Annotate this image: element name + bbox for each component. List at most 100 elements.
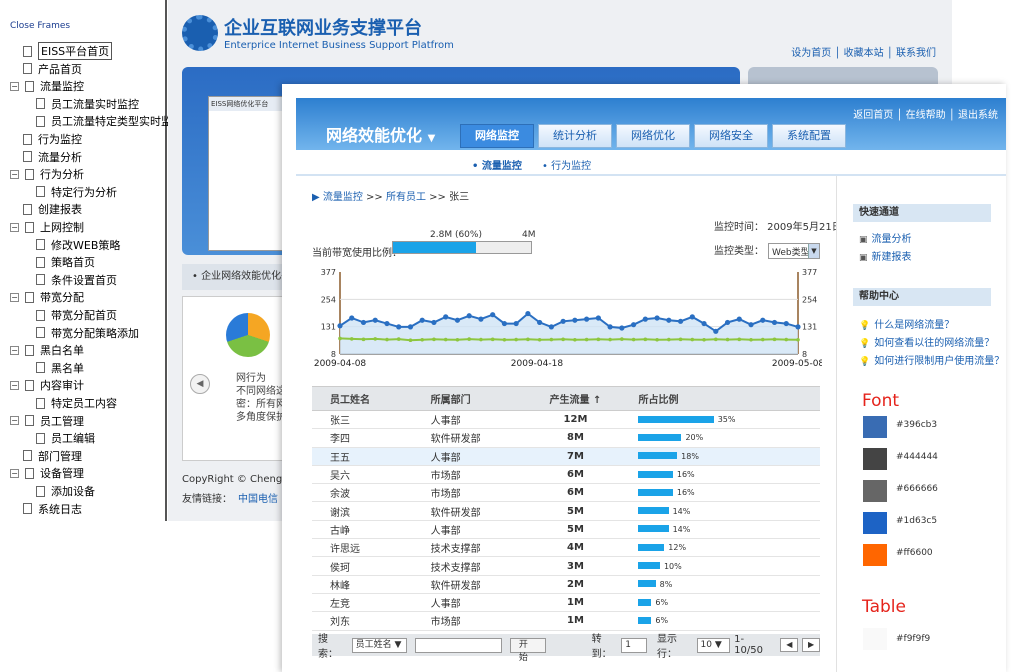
table-row[interactable]: 余波 市场部 6M 16% [312, 483, 820, 503]
monitor-type-select[interactable]: Web类型 ▼ [768, 243, 820, 259]
collapse-icon[interactable]: − [10, 169, 19, 179]
tree-item[interactable]: 行为监控 [23, 131, 82, 147]
y-tick-right: 377 [802, 268, 817, 277]
col-traffic[interactable]: 产生流量 ↑ [530, 386, 621, 411]
table-row[interactable]: 古峥 人事部 5M 14% [312, 520, 820, 540]
help-item-3[interactable]: 💡 如何进行限制用户使用流量？ [859, 352, 1004, 367]
next-page-button[interactable]: ▶ [802, 638, 820, 652]
subnav-behavior[interactable]: • 行为监控 [542, 157, 591, 172]
help-item-2[interactable]: 💡 如何查看以往的网络流量？ [859, 334, 994, 349]
table-row[interactable]: 刘东 市场部 1M 6% [312, 611, 820, 631]
top-links[interactable]: 设为首页 │ 收藏本站 │ 联系我们 [791, 44, 936, 59]
tree-item[interactable]: − 带宽分配 [10, 289, 84, 305]
tree-item[interactable]: − 行为分析 [10, 166, 84, 182]
tree-item[interactable]: 带宽分配策略添加 [36, 325, 139, 341]
collapse-icon[interactable]: − [10, 345, 19, 355]
table-row[interactable]: 王五 人事部 7M 18% [312, 447, 820, 466]
header-links[interactable]: 返回首页 │ 在线帮助 │ 退出系统 [853, 106, 998, 121]
tab-security[interactable]: 网络安全 [694, 124, 768, 148]
tree-item[interactable]: 产品首页 [23, 61, 82, 77]
tree-item[interactable]: 添加设备 [36, 483, 95, 499]
tree-item[interactable]: 修改WEB策略 [36, 237, 120, 253]
tab-statistics[interactable]: 统计分析 [538, 124, 612, 148]
tree-item[interactable]: 特定行为分析 [36, 184, 117, 200]
collapse-icon[interactable]: − [10, 81, 19, 91]
cell-ratio: 8% [620, 575, 820, 594]
collapse-icon[interactable]: − [10, 380, 19, 390]
tab-optimization[interactable]: 网络优化 [616, 124, 690, 148]
collapse-icon[interactable]: − [10, 416, 19, 426]
y-tick-right: 131 [802, 323, 817, 332]
table-row[interactable]: 许思远 技术支撑部 4M 12% [312, 538, 820, 558]
close-frames-link[interactable]: Close Frames [10, 21, 70, 31]
crumb-all[interactable]: 所有员工 [386, 192, 426, 203]
search-button[interactable]: 开始 [509, 637, 546, 663]
prev-arrow-icon[interactable]: ◀ [190, 374, 210, 394]
tab-network-monitor[interactable]: 网络监控 [460, 124, 534, 148]
col-ratio[interactable]: 所占比例 [620, 386, 820, 411]
gear-logo-icon [182, 14, 218, 51]
tree-item[interactable]: − 员工管理 [10, 413, 84, 429]
data-point [561, 337, 565, 342]
tree-item[interactable]: − 流量监控 [10, 78, 84, 94]
tree-item[interactable]: 特定员工内容 [36, 395, 117, 411]
chevron-down-icon[interactable]: ▼ [808, 244, 819, 258]
tree-item[interactable]: 流量分析 [23, 149, 82, 165]
table-row[interactable]: 林峰 软件研发部 2M 8% [312, 575, 820, 594]
tree-item[interactable]: − 设备管理 [10, 465, 84, 481]
tree-item[interactable]: 条件设置首页 [36, 272, 117, 288]
help-item-1[interactable]: 💡 什么是网络流量？ [859, 316, 954, 331]
collapse-icon[interactable]: − [10, 292, 19, 302]
crumb-traffic[interactable]: ▶ 流量监控 [312, 192, 363, 203]
quick-new-report[interactable]: ▣ 新建报表 [859, 248, 912, 263]
tree-item[interactable]: 系统日志 [23, 501, 82, 517]
collapse-icon[interactable]: − [10, 468, 19, 478]
tree-item[interactable]: − 上网控制 [10, 219, 84, 235]
tree-item[interactable]: 黑名单 [36, 360, 84, 376]
collapse-icon[interactable]: − [10, 222, 19, 232]
tab-config[interactable]: 系统配置 [772, 124, 846, 148]
data-point [337, 323, 343, 329]
tree-item[interactable]: 策略首页 [36, 254, 95, 270]
lightbulb-icon: 💡 [859, 357, 871, 367]
tree-item[interactable]: EISS平台首页 [23, 42, 113, 60]
table-row[interactable]: 吴六 市场部 6M 16% [312, 465, 820, 485]
title-dropdown-icon[interactable]: ▼ [428, 133, 436, 144]
table-row[interactable]: 谢滨 软件研发部 5M 14% [312, 501, 820, 521]
table-row[interactable]: 侯珂 技术支撑部 3M 10% [312, 556, 820, 576]
search-field-select[interactable]: 员工姓名 ▼ [351, 637, 407, 653]
tree-item[interactable]: 部门管理 [23, 448, 82, 464]
table-row[interactable]: 左竞 人事部 1M 6% [312, 593, 820, 613]
document-icon [25, 467, 34, 479]
goto-input[interactable]: 1 [621, 637, 648, 653]
table-row[interactable]: 李四 软件研发部 8M 20% [312, 428, 820, 448]
subnav-traffic[interactable]: • 流量监控 [472, 157, 522, 172]
col-dept[interactable]: 所属部门 [412, 386, 531, 411]
cell-name: 吴六 [312, 465, 413, 485]
search-input[interactable] [414, 637, 502, 653]
cell-name: 谢滨 [312, 501, 413, 521]
tree-item[interactable]: 员工编辑 [36, 430, 95, 446]
data-point [667, 337, 671, 342]
tree-item[interactable]: − 黑白名单 [10, 342, 84, 358]
ratio-label: 10% [663, 561, 682, 571]
series-area [340, 313, 798, 354]
document-icon [36, 115, 45, 127]
tree-item[interactable]: 员工流量特定类型实时监 [36, 113, 172, 129]
prev-page-button[interactable]: ◀ [780, 638, 799, 652]
rows-select[interactable]: 10 ▼ [696, 637, 731, 653]
y-tick-left: 131 [321, 323, 336, 332]
table-row[interactable]: 张三 人事部 12M 35% [312, 410, 820, 430]
app-title: 网络效能优化 ▼ [326, 126, 436, 145]
tree-item[interactable]: 员工流量实时监控 [36, 96, 139, 112]
tree-item[interactable]: 带宽分配首页 [36, 307, 117, 323]
link-china-telecom[interactable]: 中国电信 [238, 494, 278, 505]
data-point [573, 337, 577, 342]
data-point [479, 337, 483, 342]
tree-item[interactable]: − 内容审计 [10, 377, 84, 393]
col-name[interactable]: 员工姓名 [312, 386, 413, 411]
quick-traffic-analysis[interactable]: ▣ 流量分析 [859, 230, 912, 245]
lightbulb-icon: 💡 [859, 321, 871, 331]
tree-item[interactable]: 创建报表 [23, 201, 82, 217]
cell-dept: 软件研发部 [412, 501, 531, 521]
